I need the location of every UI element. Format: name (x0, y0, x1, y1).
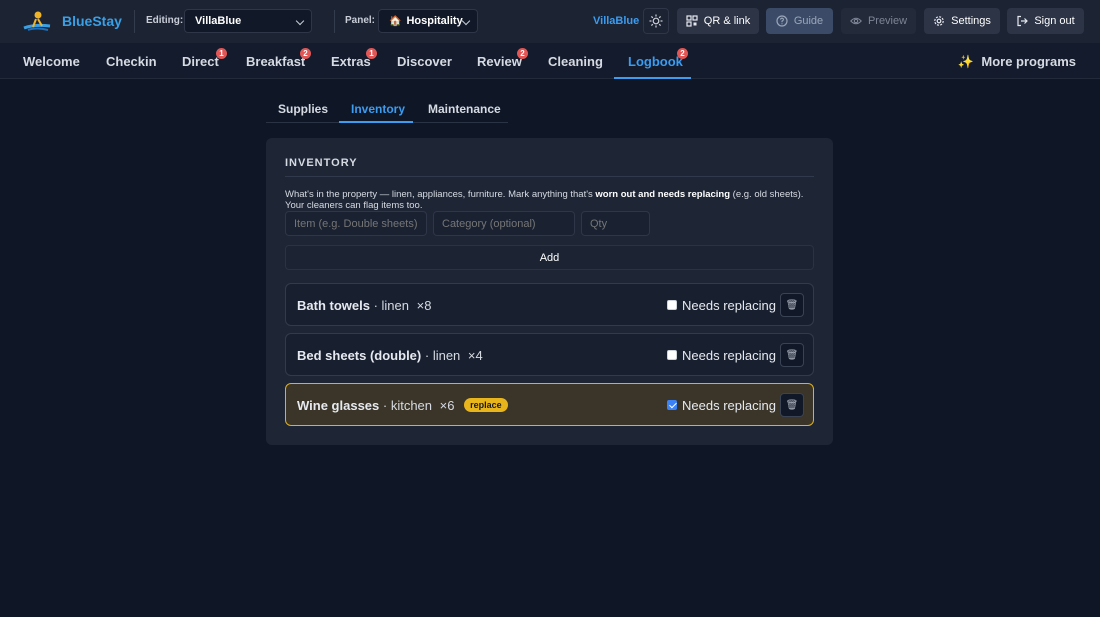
logout-icon (1017, 15, 1029, 27)
top-bar: BlueStay Editing: VillaBlue Panel: 🏠 Hos… (0, 0, 1100, 43)
item-input[interactable] (285, 211, 427, 236)
trash-icon: 🗑 (785, 399, 799, 411)
eye-icon (849, 17, 862, 25)
property-select[interactable]: VillaBlue (184, 9, 312, 33)
item-qty: ×4 (467, 348, 483, 363)
active-tab-indicator (614, 77, 691, 79)
inventory-card: INVENTORY What's in the property — linen… (266, 138, 833, 445)
item-title: Wine glasses (297, 398, 380, 413)
nav-item-cleaning[interactable]: Cleaning (548, 54, 603, 69)
guide-label: Guide (793, 15, 824, 27)
tab-inventory[interactable]: Inventory (351, 102, 405, 116)
description-text: What's in the property — linen, applianc… (285, 189, 596, 200)
item-qty: ×8 (416, 298, 432, 313)
help-circle-icon (776, 15, 788, 27)
inventory-row: Bath towels · linen ×8 Needs replacing 🗑 (285, 283, 814, 326)
settings-label: Settings (951, 15, 991, 27)
nav-item-checkin[interactable]: Checkin (106, 54, 157, 69)
qr-link-button[interactable]: QR & link (677, 8, 759, 34)
delete-button[interactable]: 🗑 (780, 343, 804, 367)
sparkles-icon: ✨ (957, 54, 974, 69)
more-programs-link[interactable]: ✨ More programs (958, 54, 1076, 70)
account-name[interactable]: VillaBlue (593, 15, 639, 27)
guide-button[interactable]: Guide (766, 8, 833, 34)
more-programs-label: More programs (981, 54, 1076, 69)
delete-button[interactable]: 🗑 (780, 293, 804, 317)
nav-item-logbook[interactable]: Logbook (628, 54, 683, 69)
panel-select[interactable]: 🏠 Hospitality (378, 9, 478, 33)
add-item-label: Add (539, 251, 560, 264)
gear-icon (934, 16, 944, 26)
bluestay-logo (23, 11, 51, 31)
tab-maintenance[interactable]: Maintenance (428, 102, 501, 116)
needs-replacing-label: Needs replacing (682, 298, 776, 313)
description-emphasis: worn out and needs replacing (595, 189, 731, 200)
needs-replacing-checkbox[interactable] (667, 400, 677, 410)
item-title: Bed sheets (double) (297, 348, 422, 363)
nav-badge-review: 2 (517, 48, 528, 59)
editing-label: Editing: (146, 15, 184, 26)
item-category: · linen (424, 348, 461, 363)
preview-button[interactable]: Preview (841, 8, 916, 34)
settings-button[interactable]: Settings (924, 8, 1000, 34)
replace-badge: replace (464, 398, 508, 412)
main-nav: Welcome Checkin Direct 1 Breakfast 2 Ext… (0, 43, 1100, 79)
nav-badge-logbook: 2 (677, 48, 688, 59)
item-name: Wine glasses · kitchen ×6 replace (297, 398, 508, 413)
sun-icon (649, 14, 663, 28)
nav-item-discover[interactable]: Discover (397, 54, 452, 69)
divider (334, 10, 335, 33)
chevron-down-icon (295, 16, 305, 26)
nav-badge-extras: 1 (366, 48, 377, 59)
house-icon: 🏠 (389, 15, 402, 27)
item-title: Bath towels (297, 298, 370, 313)
sign-out-label: Sign out (1034, 15, 1075, 27)
trash-icon: 🗑 (785, 349, 799, 361)
needs-replacing-checkbox[interactable] (667, 350, 677, 360)
needs-replacing-label: Needs replacing (682, 348, 776, 363)
brand-name[interactable]: BlueStay (62, 13, 122, 29)
card-title: INVENTORY (285, 157, 358, 169)
divider (134, 10, 135, 33)
qr-link-label: QR & link (703, 15, 751, 27)
inventory-row: Bed sheets (double) · linen ×4 Needs rep… (285, 333, 814, 376)
qty-input[interactable] (581, 211, 650, 236)
nav-badge-direct: 1 (216, 48, 227, 59)
nav-item-extras[interactable]: Extras (331, 54, 371, 69)
nav-item-review[interactable]: Review (477, 54, 522, 69)
property-select-value: VillaBlue (195, 15, 242, 27)
nav-item-direct[interactable]: Direct (182, 54, 219, 69)
trash-icon: 🗑 (785, 299, 799, 311)
item-qty: ×6 (439, 398, 455, 413)
inventory-description: What's in the property — linen, applianc… (285, 189, 805, 211)
active-subtab-indicator (339, 121, 413, 123)
nav-badge-breakfast: 2 (300, 48, 311, 59)
inventory-row-flagged: Wine glasses · kitchen ×6 replace Needs … (285, 383, 814, 426)
needs-replacing-checkbox[interactable] (667, 300, 677, 310)
preview-label: Preview (867, 15, 908, 27)
qr-icon (686, 15, 698, 27)
needs-replacing-label: Needs replacing (682, 398, 776, 413)
divider (285, 176, 814, 177)
nav-item-welcome[interactable]: Welcome (23, 54, 80, 69)
nav-item-breakfast[interactable]: Breakfast (246, 54, 305, 69)
theme-toggle-button[interactable] (643, 8, 669, 34)
tab-supplies[interactable]: Supplies (278, 102, 328, 116)
add-item-button[interactable]: Add (285, 245, 814, 270)
panel-select-value: Hospitality (406, 15, 463, 27)
chevron-down-icon (461, 16, 471, 26)
sign-out-button[interactable]: Sign out (1007, 8, 1084, 34)
item-name: Bed sheets (double) · linen ×4 (297, 348, 483, 363)
item-category: · kitchen (382, 398, 433, 413)
item-name: Bath towels · linen ×8 (297, 298, 431, 313)
panel-label: Panel: (345, 15, 376, 26)
logbook-subtabs: Supplies Inventory Maintenance (266, 94, 508, 123)
item-category: · linen (373, 298, 410, 313)
delete-button[interactable]: 🗑 (780, 393, 804, 417)
category-input[interactable] (433, 211, 575, 236)
